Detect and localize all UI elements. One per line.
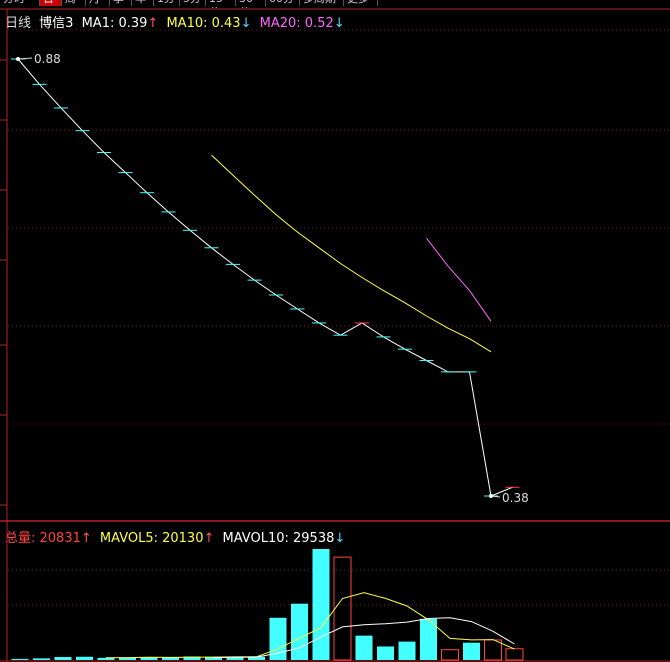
volume-bar-13 <box>291 603 308 660</box>
volume-bar-22 <box>484 639 502 661</box>
volume-bar-15 <box>333 556 352 661</box>
volume-bar-0 <box>11 658 29 660</box>
mavol5-line <box>105 592 515 659</box>
volume-bar-3 <box>76 656 93 660</box>
high-marker <box>16 57 20 61</box>
ma20-line <box>426 237 492 322</box>
volume-bar-12 <box>269 617 287 660</box>
low-label: 0.38 <box>502 491 529 505</box>
stock-chart[interactable]: 0.88 0.38 <box>0 0 670 662</box>
price-panel: 0.88 0.38 <box>11 52 529 505</box>
volume-bar-1 <box>33 658 50 660</box>
ma1-line <box>17 58 513 497</box>
volume-bar-21 <box>463 642 480 660</box>
ma10-line <box>211 154 492 353</box>
volume-bar-23 <box>505 648 524 661</box>
volume-bar-16 <box>355 635 373 660</box>
high-label: 0.88 <box>34 52 61 66</box>
volume-bar-17 <box>377 646 394 660</box>
volume-bar-18 <box>398 641 416 660</box>
volume-bar-5 <box>119 657 136 660</box>
volume-bar-2 <box>54 657 72 660</box>
high-pointer <box>17 57 33 60</box>
volume-bar-14 <box>312 549 330 660</box>
low-marker <box>489 494 493 498</box>
volume-bar-20 <box>441 649 459 661</box>
